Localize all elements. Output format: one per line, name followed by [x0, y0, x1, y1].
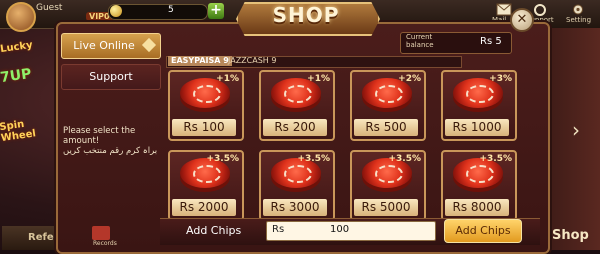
support-icon[interactable]: [532, 3, 548, 16]
records-label: Records: [93, 240, 117, 247]
bottom-shop-label: Shop: [552, 228, 589, 243]
bonus-percent: +2%: [398, 74, 421, 84]
bonus-percent: +1%: [307, 74, 330, 84]
diamond-icon: [141, 37, 157, 53]
bonus-percent: +1%: [216, 74, 239, 84]
refer-label: Refe: [28, 232, 54, 243]
avatar[interactable]: [6, 2, 36, 32]
package-price: Rs 3000: [263, 199, 327, 216]
chip-package[interactable]: +1% Rs 100: [168, 70, 244, 141]
setting-icon[interactable]: [570, 3, 586, 16]
method-easypaisa[interactable]: EASYPAISA 9: [168, 56, 232, 66]
tab-support[interactable]: Support: [61, 64, 161, 90]
bonus-percent: +3.5%: [206, 154, 239, 164]
current-balance-label: Current balance: [406, 33, 434, 49]
bonus-percent: +3%: [489, 74, 512, 84]
select-amount-note: Please select the amount! براہ کرم رقم م…: [63, 126, 163, 156]
bonus-percent: +3.5%: [388, 154, 421, 164]
chip-package[interactable]: +3.5% Rs 5000: [350, 150, 426, 221]
currency-label: Rs: [272, 224, 285, 235]
chip-package[interactable]: +3.5% Rs 2000: [168, 150, 244, 221]
chip-package[interactable]: +3.5% Rs 8000: [441, 150, 517, 221]
select-note-english: Please select the amount!: [63, 126, 136, 146]
chip-package[interactable]: +3.5% Rs 3000: [259, 150, 335, 221]
bonus-percent: +3.5%: [297, 154, 330, 164]
select-note-urdu: براہ کرم رقم منتخب کریں: [63, 146, 158, 156]
package-price: Rs 8000: [445, 199, 509, 216]
records-icon[interactable]: [92, 226, 110, 240]
current-balance-value: Rs 5: [480, 36, 502, 47]
bonus-percent: +3.5%: [479, 154, 512, 164]
mail-icon[interactable]: [496, 3, 512, 16]
method-jazzcash[interactable]: JAZZCASH 9: [228, 56, 276, 66]
package-price: Rs 1000: [445, 119, 509, 136]
package-price: Rs 100: [172, 119, 236, 136]
tab-live-online-label: Live Online: [73, 39, 135, 52]
chip-balance-bar: [108, 4, 208, 20]
chevron-right-icon[interactable]: ›: [572, 118, 580, 142]
shop-title: SHOP: [272, 3, 340, 27]
package-price: Rs 200: [263, 119, 327, 136]
amount-input[interactable]: [266, 221, 436, 241]
chip-package[interactable]: +3% Rs 1000: [441, 70, 517, 141]
add-chips-label: Add Chips: [186, 224, 242, 237]
add-chips-button[interactable]: Add Chips: [444, 219, 522, 243]
username: Guest: [36, 3, 63, 13]
setting-label: Setting: [566, 16, 592, 24]
package-price: Rs 500: [354, 119, 418, 136]
chip-package[interactable]: +1% Rs 200: [259, 70, 335, 141]
package-price: Rs 5000: [354, 199, 418, 216]
package-price: Rs 2000: [172, 199, 236, 216]
tab-support-label: Support: [89, 70, 133, 83]
chip-package[interactable]: +2% Rs 500: [350, 70, 426, 141]
tab-live-online[interactable]: Live Online: [61, 33, 161, 59]
add-chips-plus-button[interactable]: +: [208, 3, 224, 19]
amount-value: 100: [330, 224, 350, 235]
close-button[interactable]: ✕: [510, 8, 534, 32]
coin-icon: [110, 5, 122, 17]
chip-balance-value: 5: [168, 5, 174, 15]
